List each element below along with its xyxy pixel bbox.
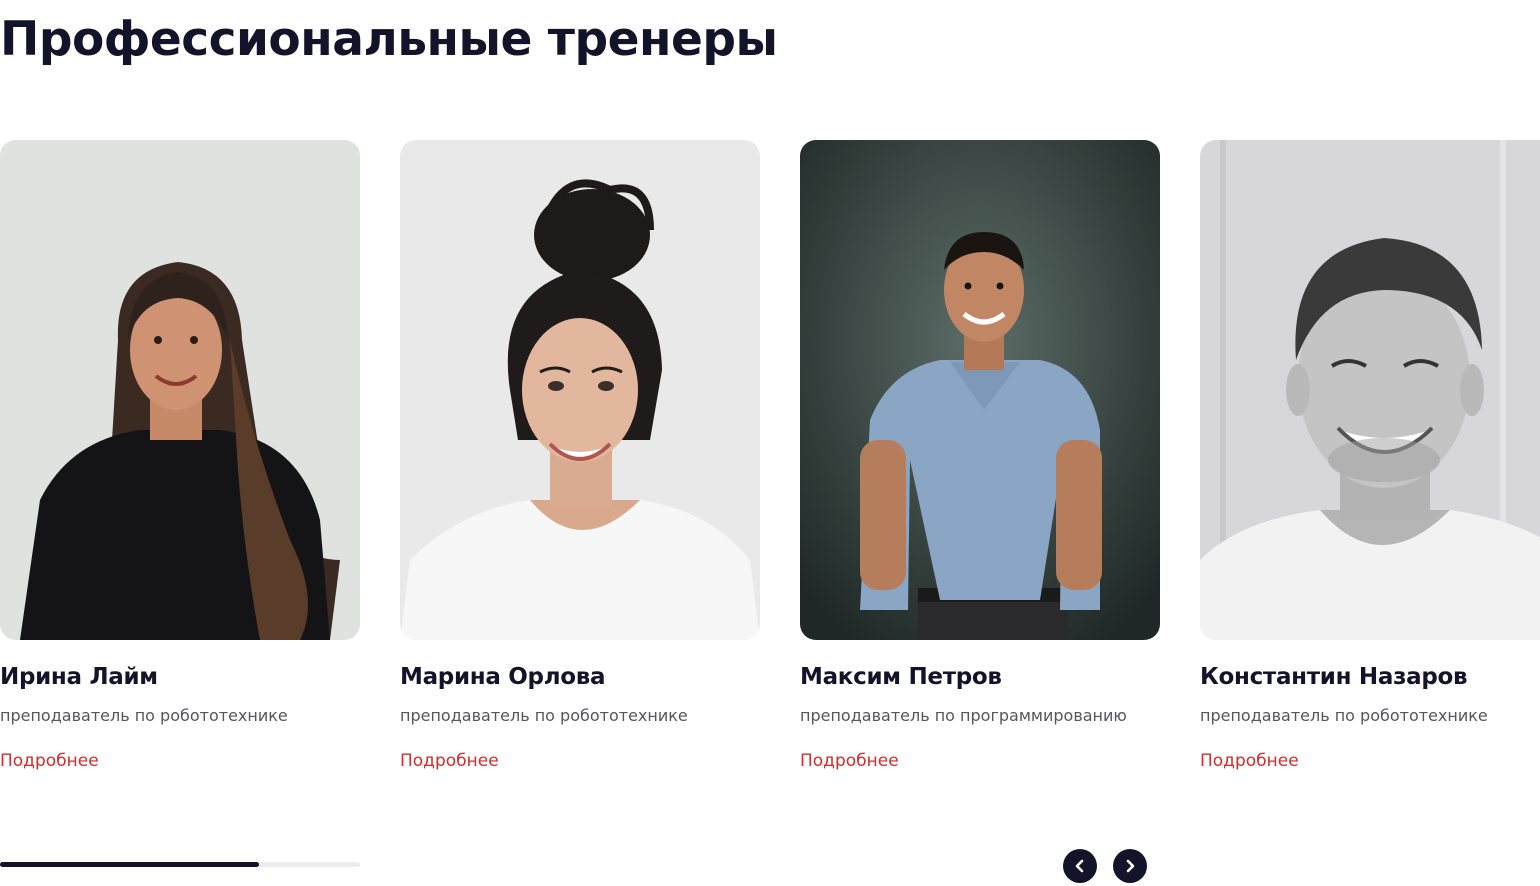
trainer-role: преподаватель по робототехнике <box>1200 706 1488 725</box>
trainer-name: Константин Назаров <box>1200 664 1468 690</box>
trainer-details-link[interactable]: Подробнее <box>800 751 899 771</box>
trainer-photo <box>400 140 760 640</box>
next-slide-button[interactable] <box>1113 849 1147 883</box>
trainer-role: преподаватель по робототехнике <box>400 706 688 725</box>
trainer-card: Максим Петров преподаватель по программи… <box>800 140 1160 771</box>
trainer-name: Максим Петров <box>800 664 1002 690</box>
trainer-photo <box>0 140 360 640</box>
trainer-photo <box>800 140 1160 640</box>
trainer-role: преподаватель по программированию <box>800 706 1127 725</box>
trainer-details-link[interactable]: Подробнее <box>0 751 99 771</box>
chevron-left-icon <box>1073 859 1087 873</box>
trainer-photo <box>1200 140 1540 640</box>
trainer-role: преподаватель по робототехнике <box>0 706 288 725</box>
trainers-carousel: Ирина Лайм преподаватель по робототехник… <box>0 140 1540 800</box>
page-title: Профессиональные тренеры <box>0 12 778 67</box>
trainer-details-link[interactable]: Подробнее <box>1200 751 1299 771</box>
trainer-card: Марина Орлова преподаватель по робототех… <box>400 140 760 771</box>
chevron-right-icon <box>1123 859 1137 873</box>
trainer-name: Марина Орлова <box>400 664 606 690</box>
trainer-details-link[interactable]: Подробнее <box>400 751 499 771</box>
prev-slide-button[interactable] <box>1063 849 1097 883</box>
trainer-card: Ирина Лайм преподаватель по робототехник… <box>0 140 360 771</box>
slider-progress-track <box>0 862 360 867</box>
trainer-name: Ирина Лайм <box>0 664 158 690</box>
slider-progress-fill <box>0 862 260 867</box>
trainer-card: Константин Назаров преподаватель по робо… <box>1200 140 1540 771</box>
